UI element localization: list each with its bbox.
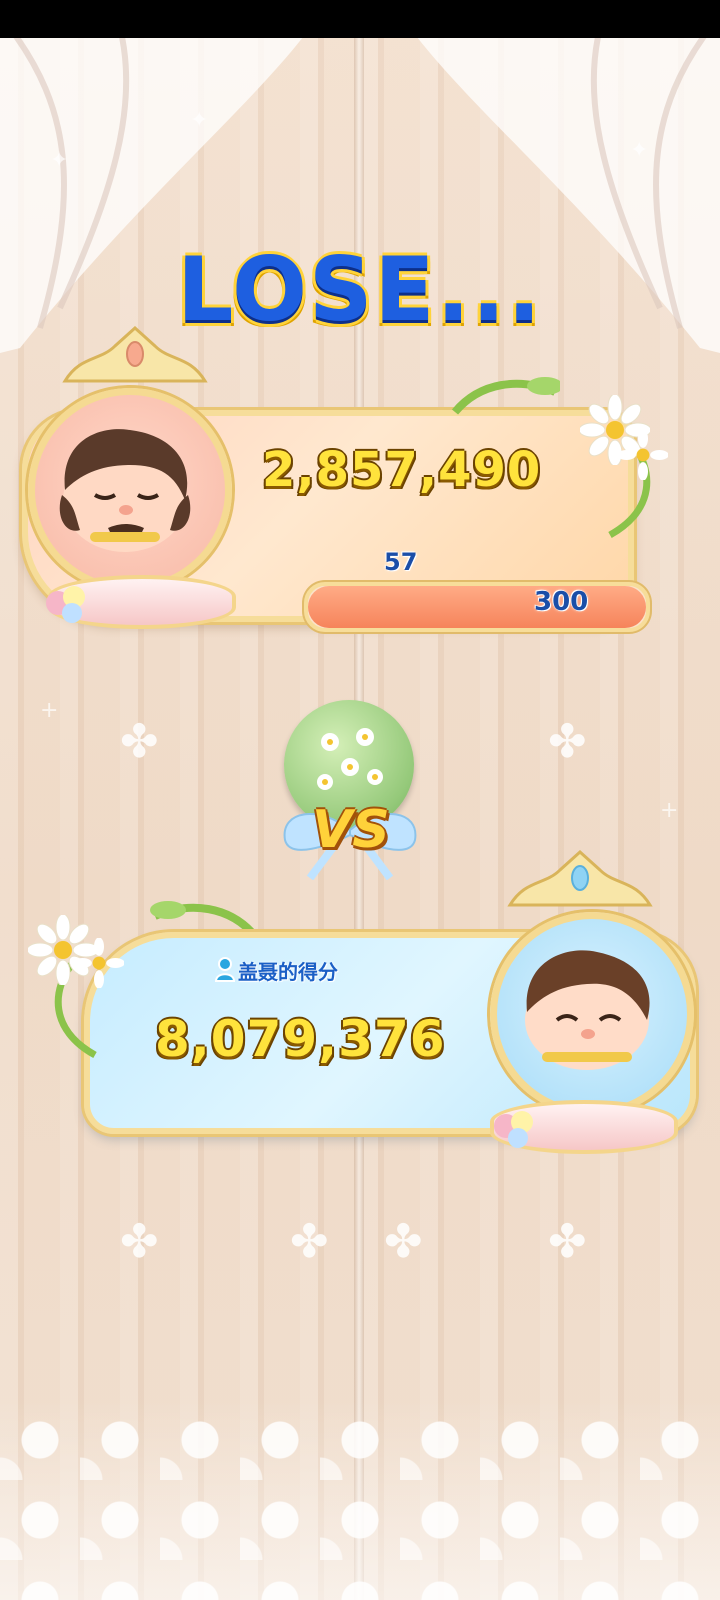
sparkle-icon: ✦ — [630, 138, 649, 163]
player-level: 57 — [384, 548, 418, 576]
daisy-icon — [618, 430, 668, 480]
tiara-icon — [62, 326, 208, 383]
lace-border — [0, 1400, 720, 1600]
player-avatar — [59, 429, 191, 552]
opponent-name-label: 盖聂的得分 — [238, 960, 338, 984]
vs-label: VS — [312, 800, 390, 860]
person-icon — [214, 957, 236, 982]
xp-progress-fill — [308, 586, 646, 628]
rose-icon — [494, 1111, 533, 1148]
sparkle-icon: + — [660, 798, 679, 823]
leaf-vine — [451, 377, 560, 415]
rose-icon — [46, 586, 85, 623]
lace-motif: ✤ — [120, 714, 159, 768]
status-bar — [0, 0, 720, 38]
lace-motif: ✤ — [548, 714, 587, 768]
player-score: 2,857,490 — [262, 442, 542, 498]
xp-progress-bar — [304, 582, 650, 632]
sparkle-icon: ✦ — [190, 108, 209, 133]
tiara-icon — [507, 850, 653, 907]
daisy-icon — [74, 938, 124, 988]
lace-motif: ✤ — [120, 1214, 159, 1268]
xp-max-value: 300 — [534, 587, 589, 617]
sparkle-icon: ✦ — [50, 148, 69, 173]
sparkle-icon: + — [40, 698, 59, 723]
lace-motif: ✤ — [384, 1214, 423, 1268]
lace-motif: ✤ — [548, 1214, 587, 1268]
lace-motif: ✤ — [290, 1214, 329, 1268]
opponent-avatar — [525, 950, 650, 1070]
bouquet-daisies — [317, 728, 383, 790]
opponent-score: 8,079,376 — [155, 1010, 446, 1068]
